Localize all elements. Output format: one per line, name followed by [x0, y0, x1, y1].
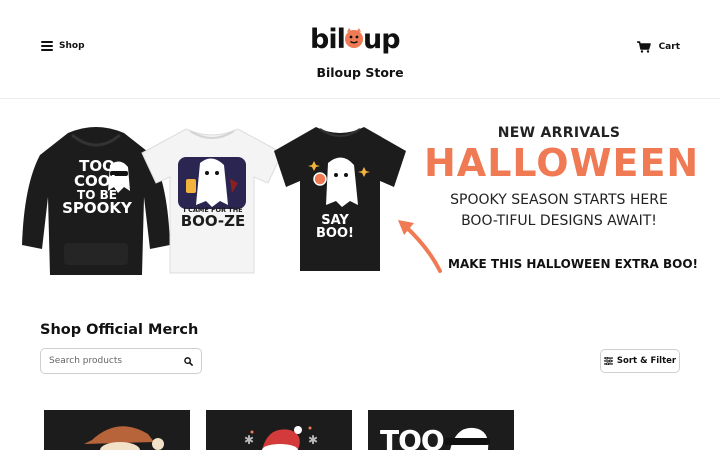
halloween-banner[interactable]: TOO COOL TO BE SPOOKY I CAME FOR THE BOO… [0, 99, 720, 301]
santa-ghost-image: ✱ ✱ [244, 426, 318, 450]
sort-filter-button[interactable]: Sort & Filter [600, 349, 680, 373]
svg-text:✱: ✱ [244, 433, 254, 447]
product-print-text: TOO [380, 424, 445, 450]
cart-label: Cart [658, 42, 680, 52]
promo-cta: MAKE THIS HALLOWEEN EXTRA BOO! [448, 257, 699, 271]
sort-filter-label: Sort & Filter [616, 356, 677, 366]
svg-text:up: up [363, 24, 400, 55]
product-card[interactable] [44, 410, 190, 450]
cowboy-ghost-image [84, 426, 164, 450]
promo-subtitle: NEW ARRIVALS [497, 125, 621, 141]
cart-icon [636, 41, 651, 53]
ghost-sunglasses-icon [444, 427, 490, 450]
shop-label: Shop [59, 41, 85, 51]
site-header: Shop bil up Biloup Store Cart [0, 0, 720, 99]
black-tee-image [274, 127, 406, 271]
shop-menu-button[interactable]: Shop [41, 41, 85, 51]
black-tee-print-text: SAY BOO! [316, 213, 354, 241]
svg-text:bil: bil [310, 24, 345, 55]
product-card[interactable]: ✱ ✱ [206, 410, 352, 450]
promo-title: HALLOWEEN [424, 141, 700, 185]
hamburger-icon [41, 41, 53, 51]
search-box[interactable] [40, 348, 202, 374]
white-tee-image [141, 128, 283, 274]
white-tee-print-text: I CAME FOR THE BOO-ZE [180, 206, 246, 230]
biloup-logo[interactable]: bil up [309, 20, 409, 60]
hoodie-print-text: TOO COOL TO BE SPOOKY [62, 157, 132, 217]
shop-section-title: Shop Official Merch [40, 322, 199, 338]
promo-line-2: BOO-TIFUL DESIGNS AWAIT! [461, 213, 657, 229]
cart-button[interactable]: Cart [636, 41, 680, 53]
product-card[interactable]: TOO [368, 410, 514, 450]
svg-text:✱: ✱ [308, 433, 318, 447]
promo-line-1: SPOOKY SEASON STARTS HERE [450, 192, 668, 208]
search-icon[interactable] [184, 356, 193, 366]
store-name: Biloup Store [316, 65, 404, 80]
filter-icon [603, 357, 613, 365]
search-input[interactable] [49, 356, 184, 366]
